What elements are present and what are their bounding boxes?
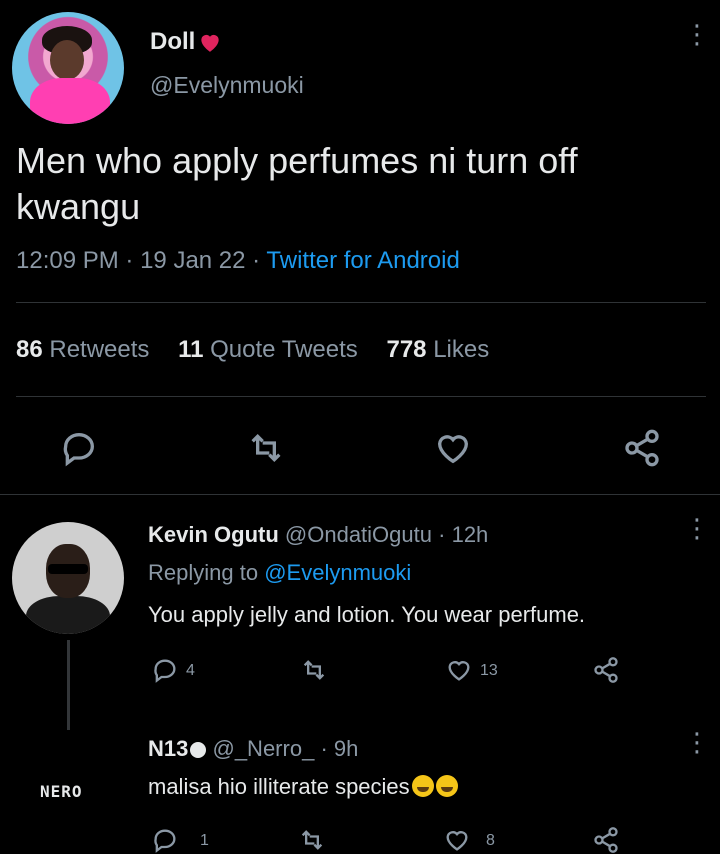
- retweets-stat[interactable]: 86 Retweets: [16, 336, 149, 363]
- reply-icon[interactable]: [58, 428, 100, 468]
- tweet-time: 12:09 PM: [16, 247, 119, 274]
- reply2-header: N13 @_Nerro_ · 9h: [148, 736, 358, 762]
- author-handle[interactable]: @Evelynmuoki: [150, 72, 304, 99]
- reply2-avatar[interactable]: NERO: [40, 782, 83, 801]
- retweet-icon[interactable]: [244, 428, 288, 468]
- author-name-row[interactable]: Doll: [150, 28, 223, 56]
- tweet-date: 19 Jan 22: [140, 247, 246, 274]
- meta-separator: ·: [125, 247, 141, 274]
- like-icon[interactable]: [442, 826, 472, 854]
- thread-line: [67, 640, 70, 730]
- divider: [0, 494, 720, 495]
- quotes-stat[interactable]: 11 Quote Tweets: [178, 336, 358, 363]
- reply-count: 1: [200, 832, 209, 849]
- reply2-text: malisa hio illiterate species: [148, 774, 410, 799]
- meta-separator: ·: [438, 522, 452, 547]
- replying-to: Replying to @Evelynmuoki: [148, 560, 411, 586]
- reply2-more-icon[interactable]: ⋮: [684, 729, 710, 755]
- reply-author-handle[interactable]: @OndatiOgutu: [285, 522, 432, 547]
- like-icon[interactable]: [432, 428, 474, 468]
- reply-text: You apply jelly and lotion. You wear per…: [148, 602, 586, 627]
- reply-age: 12h: [451, 522, 489, 547]
- red-heart-icon: [201, 34, 219, 52]
- replying-to-label: Replying to: [148, 560, 259, 585]
- reply-header: Kevin Ogutu @OndatiOgutu · 12h: [148, 522, 488, 548]
- reply-count: 4: [186, 662, 195, 679]
- retweet-icon[interactable]: [296, 826, 328, 854]
- author-avatar[interactable]: [12, 12, 124, 124]
- tweet-meta: 12:09 PM · 19 Jan 22 · Twitter for Andro…: [16, 247, 460, 275]
- meta-separator: ·: [320, 736, 334, 761]
- retweet-icon[interactable]: [298, 656, 330, 684]
- share-icon[interactable]: [620, 428, 664, 468]
- reply-icon[interactable]: [150, 826, 180, 854]
- meta-separator: ·: [252, 247, 267, 274]
- like-icon[interactable]: [444, 656, 474, 684]
- tweet-stats: 86 Retweets 11 Quote Tweets 778 Likes: [16, 336, 511, 364]
- laughing-emoji-icon: [411, 775, 434, 797]
- more-options-icon[interactable]: ⋮: [684, 21, 710, 47]
- reply2-text-row: malisa hio illiterate species: [148, 774, 458, 800]
- reply-icon[interactable]: [150, 656, 180, 684]
- author-name[interactable]: Doll: [150, 28, 195, 56]
- reply2-author-name[interactable]: N13: [148, 736, 188, 761]
- tweet-source-link[interactable]: Twitter for Android: [266, 247, 459, 274]
- share-icon[interactable]: [590, 656, 622, 684]
- likes-stat[interactable]: 778 Likes: [386, 336, 489, 363]
- like-count: 8: [486, 832, 495, 849]
- tweet-text: Men who apply perfumes ni turn off kwang…: [16, 140, 578, 227]
- badge-icon: [190, 742, 207, 758]
- reply2-age: 9h: [333, 736, 359, 761]
- reply-avatar[interactable]: [12, 522, 124, 634]
- like-count: 13: [480, 662, 498, 679]
- laughing-emoji-icon: [435, 775, 458, 797]
- reply-author-name[interactable]: Kevin Ogutu: [148, 522, 279, 547]
- divider: [16, 396, 706, 397]
- replying-to-handle[interactable]: @Evelynmuoki: [264, 560, 411, 585]
- share-icon[interactable]: [590, 826, 622, 854]
- divider: [16, 302, 706, 303]
- reply-more-icon[interactable]: ⋮: [684, 515, 710, 541]
- reply2-author-handle[interactable]: @_Nerro_: [212, 736, 314, 761]
